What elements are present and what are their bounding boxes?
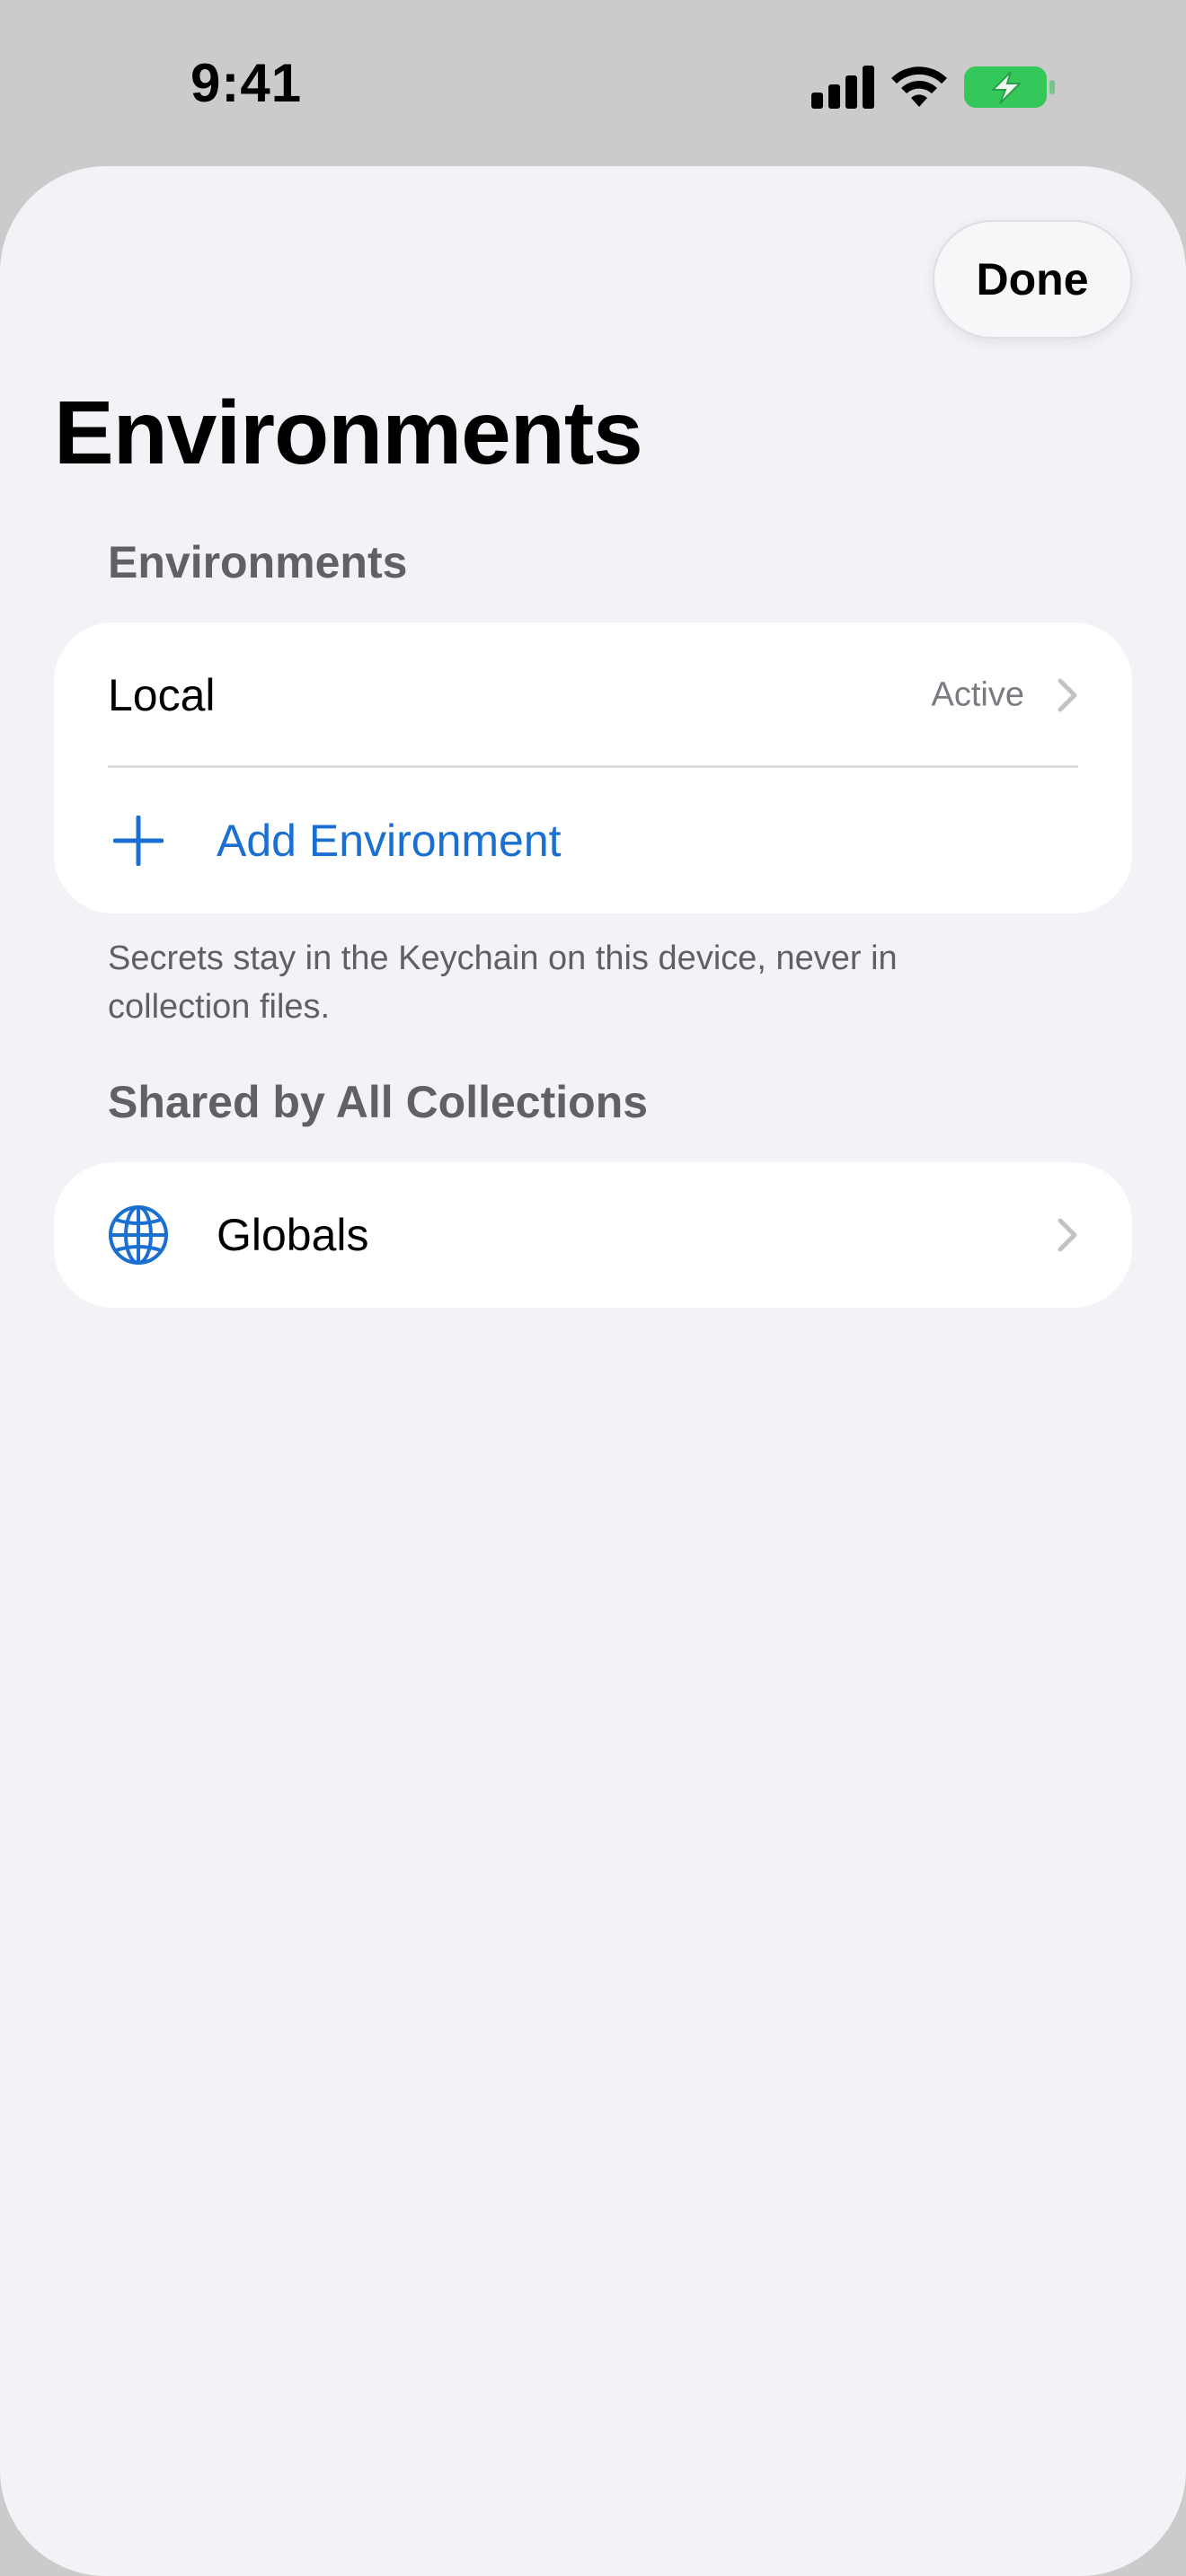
page-title: Environments [54, 383, 643, 483]
battery-charging-icon [964, 66, 1055, 108]
chevron-right-icon [1058, 1218, 1077, 1252]
active-status-label: Active [931, 675, 1024, 714]
globe-icon [109, 1205, 168, 1265]
done-button[interactable]: Done [933, 220, 1132, 339]
cellular-signal-icon [811, 66, 874, 109]
environments-list: Local Active Add Environment [54, 622, 1132, 913]
status-bar: 9:41 [0, 0, 1186, 166]
add-environment-button[interactable]: Add Environment [54, 768, 1132, 913]
status-icons [811, 65, 1056, 110]
section-header-shared: Shared by All Collections [108, 1077, 649, 1127]
add-environment-label: Add Environment [217, 816, 562, 866]
wifi-icon [891, 66, 947, 107]
environment-name: Local [108, 670, 216, 720]
section-header-environments: Environments [108, 537, 408, 587]
shared-list: Globals [54, 1162, 1132, 1308]
status-time: 9:41 [190, 53, 303, 113]
chevron-right-icon [1058, 678, 1077, 712]
plus-icon [113, 816, 164, 866]
environments-sheet: Done Environments Environments Local Act… [0, 166, 1186, 2576]
keychain-footer-note: Secrets stay in the Keychain on this dev… [108, 940, 898, 1026]
globals-row[interactable]: Globals [54, 1162, 1132, 1308]
environment-row-local[interactable]: Local Active [54, 622, 1132, 768]
globals-label: Globals [217, 1210, 369, 1260]
